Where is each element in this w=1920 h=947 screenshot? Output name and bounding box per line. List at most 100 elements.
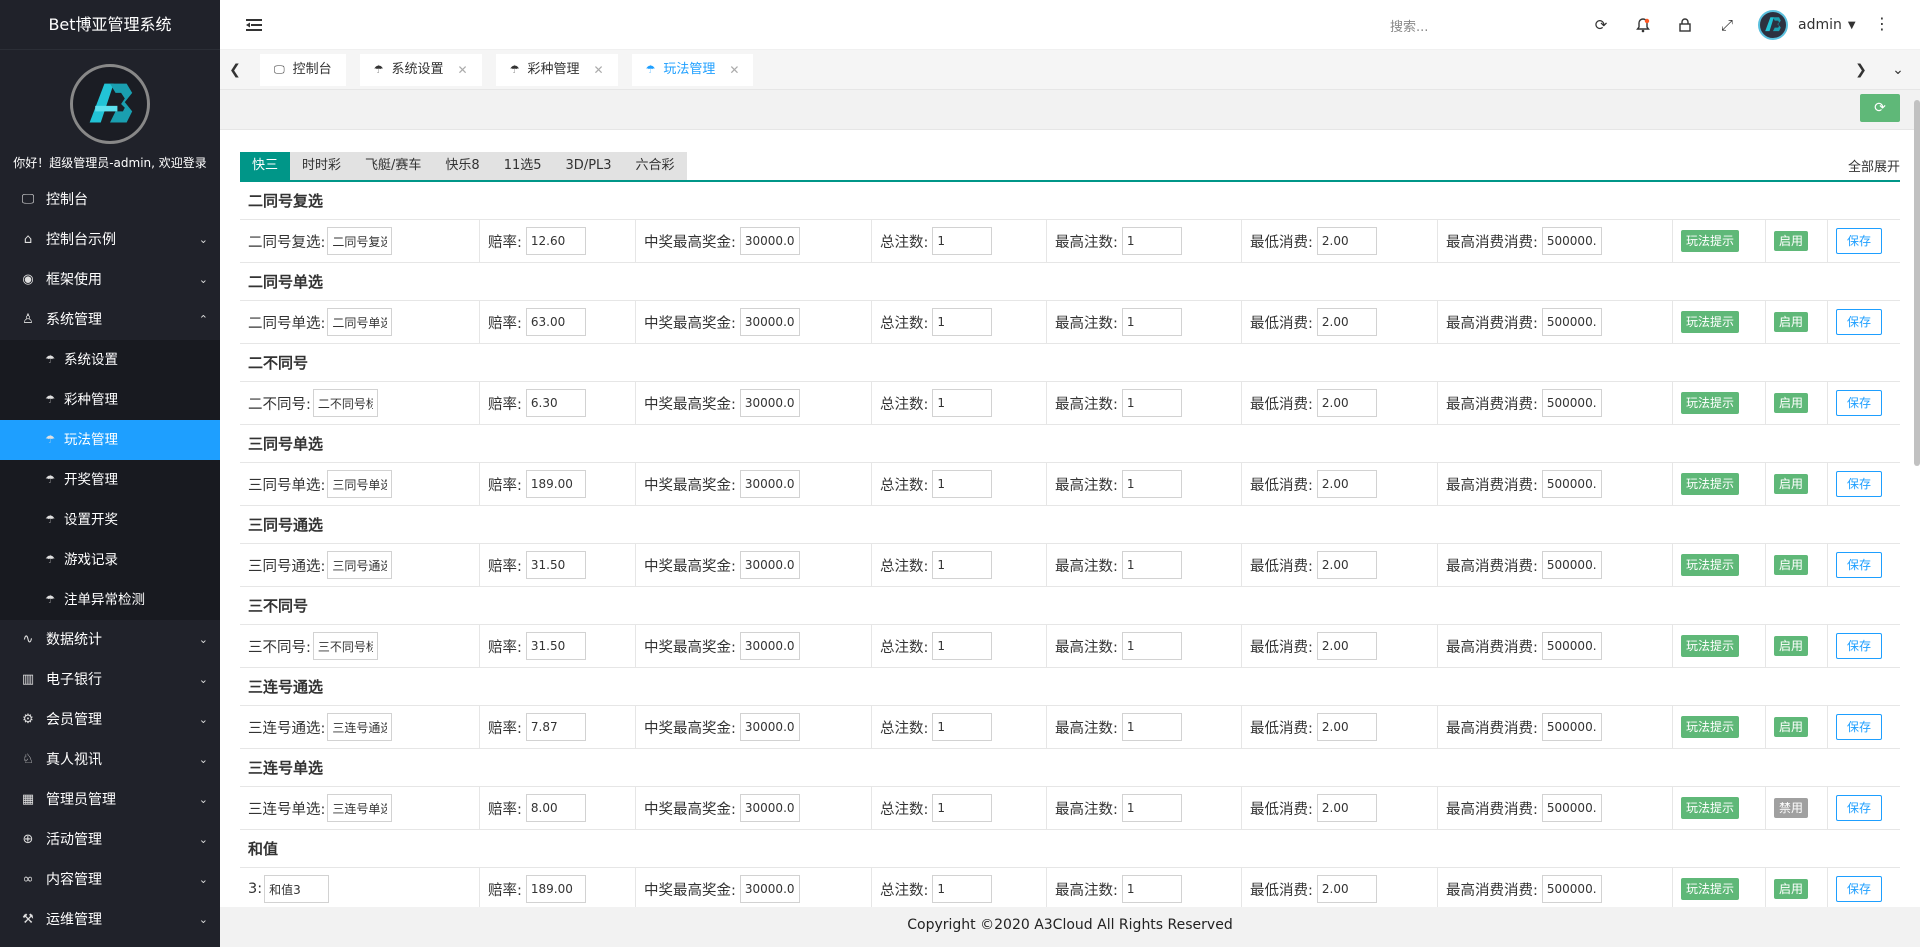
play-name-input[interactable] (327, 227, 393, 255)
max-bets-input[interactable] (1121, 794, 1182, 822)
play-tip-button[interactable]: 玩法提示 (1681, 311, 1740, 333)
max-bets-input[interactable] (1121, 470, 1182, 498)
max-spend-input[interactable] (1541, 470, 1602, 498)
save-button[interactable]: 保存 (1836, 471, 1883, 497)
sidebar-subitem-play-management[interactable]: ☂ 玩法管理 (0, 420, 220, 460)
max-spend-input[interactable] (1541, 308, 1602, 336)
save-button[interactable]: 保存 (1836, 633, 1883, 659)
sidebar-subitem-set-draw[interactable]: ☂ 设置开奖 (0, 500, 220, 540)
max-bets-input[interactable] (1121, 632, 1182, 660)
bell-icon[interactable] (1622, 14, 1664, 36)
tab-lottery-types[interactable]: ☂ 彩种管理 ✕ (495, 54, 618, 86)
play-name-input[interactable] (312, 632, 378, 660)
refresh-button[interactable]: ⟳ (1860, 94, 1900, 122)
tab-dashboard[interactable]: 🖵 控制台 (260, 54, 346, 86)
refresh-icon[interactable]: ⟳ (1580, 14, 1622, 36)
status-toggle[interactable]: 启用 (1774, 393, 1809, 413)
save-button[interactable]: 保存 (1836, 552, 1883, 578)
max-bets-input[interactable] (1121, 551, 1182, 579)
expand-all-link[interactable]: 全部展开 (1848, 156, 1900, 175)
play-name-input[interactable] (327, 713, 393, 741)
max-prize-input[interactable] (739, 713, 800, 741)
play-name-input[interactable] (312, 389, 378, 417)
max-bets-input[interactable] (1121, 875, 1182, 903)
status-toggle[interactable]: 启用 (1774, 717, 1809, 737)
max-bets-input[interactable] (1121, 713, 1182, 741)
sidebar-subitem-system-settings[interactable]: ☂ 系统设置 (0, 340, 220, 380)
status-toggle[interactable]: 禁用 (1774, 798, 1809, 818)
status-toggle[interactable]: 启用 (1774, 636, 1809, 656)
total-bets-input[interactable] (932, 389, 993, 417)
play-tip-button[interactable]: 玩法提示 (1681, 878, 1740, 900)
save-button[interactable]: 保存 (1836, 795, 1883, 821)
min-spend-input[interactable] (1316, 551, 1377, 579)
play-tip-button[interactable]: 玩法提示 (1681, 392, 1740, 414)
tab-kuaisan[interactable]: 快三 (240, 152, 291, 180)
max-prize-input[interactable] (739, 227, 800, 255)
close-icon[interactable]: ✕ (593, 54, 603, 86)
odds-input[interactable] (525, 551, 586, 579)
sidebar-item-live-video[interactable]: ♘ 真人视讯 ⌄ (0, 740, 220, 780)
max-spend-input[interactable] (1541, 227, 1602, 255)
odds-input[interactable] (525, 308, 586, 336)
max-prize-input[interactable] (739, 389, 800, 417)
fullscreen-icon[interactable]: ⤢ (1706, 14, 1748, 36)
play-name-input[interactable] (327, 308, 393, 336)
sidebar-item-dashboard[interactable]: 🖵 控制台 (0, 180, 220, 220)
save-button[interactable]: 保存 (1836, 876, 1883, 902)
play-tip-button[interactable]: 玩法提示 (1681, 716, 1740, 738)
menu-toggle-icon[interactable] (244, 15, 264, 35)
total-bets-input[interactable] (932, 308, 993, 336)
save-button[interactable]: 保存 (1836, 309, 1883, 335)
play-tip-button[interactable]: 玩法提示 (1681, 797, 1740, 819)
min-spend-input[interactable] (1316, 308, 1377, 336)
status-toggle[interactable]: 启用 (1774, 555, 1809, 575)
total-bets-input[interactable] (932, 713, 993, 741)
tab-shishicai[interactable]: 时时彩 (290, 152, 354, 180)
max-prize-input[interactable] (739, 632, 800, 660)
status-toggle[interactable]: 启用 (1774, 231, 1809, 251)
tab-system-settings[interactable]: ☂ 系统设置 ✕ (359, 54, 482, 86)
sidebar-item-activities[interactable]: ⊕ 活动管理 ⌄ (0, 820, 220, 860)
save-button[interactable]: 保存 (1836, 390, 1883, 416)
sidebar-subitem-draw-management[interactable]: ☂ 开奖管理 (0, 460, 220, 500)
tabs-scroll-right-icon[interactable]: ❯ (1846, 50, 1876, 90)
min-spend-input[interactable] (1316, 389, 1377, 417)
min-spend-input[interactable] (1316, 632, 1377, 660)
odds-input[interactable] (525, 632, 586, 660)
tabs-menu-chevron-icon[interactable]: ⌄ (1876, 50, 1920, 90)
status-toggle[interactable]: 启用 (1774, 879, 1809, 899)
min-spend-input[interactable] (1316, 875, 1377, 903)
play-tip-button[interactable]: 玩法提示 (1681, 635, 1740, 657)
sidebar-item-admins[interactable]: ▦ 管理员管理 ⌄ (0, 780, 220, 820)
tab-3d-pl3[interactable]: 3D/PL3 (553, 152, 624, 180)
odds-input[interactable] (525, 227, 586, 255)
max-bets-input[interactable] (1121, 308, 1182, 336)
max-bets-input[interactable] (1121, 389, 1182, 417)
total-bets-input[interactable] (932, 794, 993, 822)
close-icon[interactable]: ✕ (729, 54, 739, 86)
max-bets-input[interactable] (1121, 227, 1182, 255)
total-bets-input[interactable] (932, 875, 993, 903)
tabs-scroll-left-icon[interactable]: ❮ (220, 50, 250, 90)
user-menu[interactable]: admin ▼ (1758, 10, 1856, 40)
sidebar-subitem-game-records[interactable]: ☂ 游戏记录 (0, 540, 220, 580)
lock-icon[interactable] (1664, 14, 1706, 36)
scrollbar[interactable] (1914, 100, 1920, 466)
play-tip-button[interactable]: 玩法提示 (1681, 473, 1740, 495)
tab-kuaile8[interactable]: 快乐8 (433, 152, 492, 180)
max-prize-input[interactable] (739, 551, 800, 579)
sidebar-item-content[interactable]: ∞ 内容管理 ⌄ (0, 860, 220, 900)
tab-liuhecai[interactable]: 六合彩 (623, 152, 687, 180)
total-bets-input[interactable] (932, 551, 993, 579)
status-toggle[interactable]: 启用 (1774, 312, 1809, 332)
search-input[interactable]: 搜索... (1390, 16, 1510, 35)
max-spend-input[interactable] (1541, 875, 1602, 903)
sidebar-subitem-bet-anomaly[interactable]: ☂ 注单异常检测 (0, 580, 220, 620)
sidebar-item-dashboard-examples[interactable]: ⌂ 控制台示例 ⌄ (0, 220, 220, 260)
sidebar-item-members[interactable]: ⚙ 会员管理 ⌄ (0, 700, 220, 740)
total-bets-input[interactable] (932, 632, 993, 660)
save-button[interactable]: 保存 (1836, 228, 1883, 254)
max-prize-input[interactable] (739, 794, 800, 822)
sidebar-item-ebank[interactable]: ▥ 电子银行 ⌄ (0, 660, 220, 700)
